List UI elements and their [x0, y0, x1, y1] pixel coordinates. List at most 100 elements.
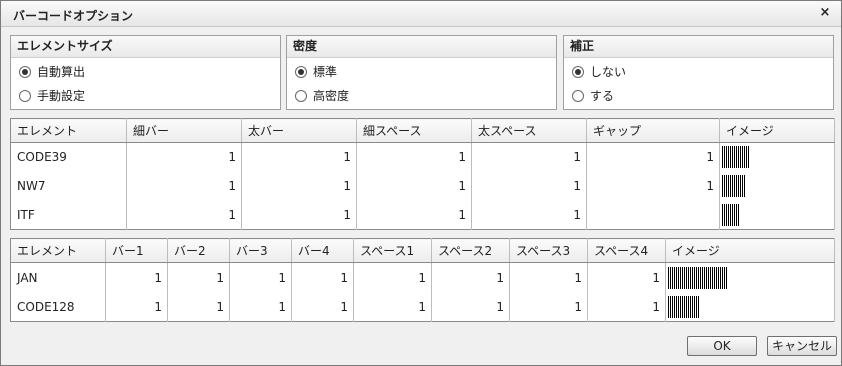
row-name: NW7 [10, 171, 127, 201]
cell-space-2[interactable]: 1 [431, 262, 510, 292]
cell-space-4[interactable]: 1 [587, 292, 666, 322]
cell-bar-1[interactable]: 1 [105, 292, 168, 322]
cell-narrow-bar[interactable]: 1 [126, 171, 242, 201]
element-table-1: エレメント 細バー 太バー 細スペース 太スペース ギャップ イメージ CODE… [10, 118, 835, 230]
radio-manual-indicator[interactable] [19, 90, 31, 102]
cell-narrow-bar[interactable]: 1 [126, 142, 242, 172]
table-row: JAN 1 1 1 1 1 1 1 1 [10, 262, 835, 292]
cell-wide-space[interactable]: 1 [471, 200, 587, 230]
radio-standard[interactable]: 標準 [287, 60, 556, 84]
ok-button[interactable]: OK [687, 336, 757, 356]
col-bar-1: バー1 [105, 238, 168, 263]
cell-wide-bar[interactable]: 1 [241, 142, 357, 172]
cell-wide-space[interactable]: 1 [471, 171, 587, 201]
dialog-title: バーコードオプション [13, 9, 134, 23]
cell-wide-bar[interactable]: 1 [241, 200, 357, 230]
barcode-preview-cell [665, 262, 835, 292]
barcode-preview-itf [722, 203, 832, 226]
col-narrow-space: 細スペース [356, 118, 472, 143]
col-element: エレメント [10, 238, 106, 263]
cell-wide-space[interactable]: 1 [471, 142, 587, 172]
cell-space-2[interactable]: 1 [431, 292, 510, 322]
radio-high-density[interactable]: 高密度 [287, 84, 556, 108]
row-name: JAN [10, 262, 106, 292]
radio-manual-label: 手動設定 [37, 89, 86, 103]
radio-high-density-label: 高密度 [313, 89, 350, 103]
cell-narrow-space[interactable]: 1 [356, 200, 472, 230]
cell-bar-4[interactable]: 1 [291, 292, 354, 322]
element-table-2: エレメント バー1 バー2 バー3 バー4 スペース1 スペース2 スペース3 … [10, 238, 835, 322]
cell-space-4[interactable]: 1 [587, 262, 666, 292]
col-wide-bar: 太バー [241, 118, 357, 143]
correction-header: 補正 [564, 36, 833, 58]
cell-space-1[interactable]: 1 [353, 262, 432, 292]
radio-no-correction-indicator[interactable] [572, 66, 584, 78]
col-bar-3: バー3 [229, 238, 292, 263]
title-bar: バーコードオプション × [1, 1, 841, 27]
row-name: CODE39 [10, 142, 127, 172]
col-bar-2: バー2 [167, 238, 230, 263]
density-panel: 密度 標準 高密度 [286, 35, 557, 110]
col-space-3: スペース3 [509, 238, 588, 263]
table-row: ITF 1 1 1 1 [10, 200, 835, 230]
barcode-preview-cell [719, 200, 835, 230]
barcode-preview-cell [665, 292, 835, 322]
table-header-row: エレメント 細バー 太バー 細スペース 太スペース ギャップ イメージ [10, 118, 835, 143]
col-image: イメージ [719, 118, 835, 143]
cell-space-1[interactable]: 1 [353, 292, 432, 322]
close-icon[interactable]: × [817, 5, 833, 21]
cancel-button[interactable]: キャンセル [767, 336, 837, 356]
radio-manual[interactable]: 手動設定 [11, 84, 280, 108]
radio-correction[interactable]: する [564, 84, 833, 108]
col-space-1: スペース1 [353, 238, 432, 263]
radio-correction-indicator[interactable] [572, 90, 584, 102]
cell-space-3[interactable]: 1 [509, 292, 588, 322]
col-space-2: スペース2 [431, 238, 510, 263]
cell-gap[interactable] [586, 200, 720, 230]
density-header: 密度 [287, 36, 556, 58]
cell-bar-4[interactable]: 1 [291, 262, 354, 292]
barcode-preview-code128 [668, 295, 832, 318]
cell-narrow-bar[interactable]: 1 [126, 200, 242, 230]
radio-standard-indicator[interactable] [295, 66, 307, 78]
radio-correction-label: する [590, 89, 615, 103]
element-size-panel: エレメントサイズ 自動算出 手動設定 [10, 35, 281, 110]
radio-no-correction-label: しない [590, 65, 627, 79]
cell-gap[interactable]: 1 [586, 171, 720, 201]
radio-high-density-indicator[interactable] [295, 90, 307, 102]
barcode-preview-jan [668, 266, 832, 289]
barcode-preview-code39 [722, 146, 832, 169]
radio-standard-label: 標準 [313, 65, 338, 79]
table-header-row: エレメント バー1 バー2 バー3 バー4 スペース1 スペース2 スペース3 … [10, 238, 835, 263]
col-gap: ギャップ [586, 118, 720, 143]
col-image: イメージ [665, 238, 835, 263]
barcode-preview-cell [719, 171, 835, 201]
row-name: ITF [10, 200, 127, 230]
barcode-preview-cell [719, 142, 835, 172]
element-size-header: エレメントサイズ [11, 36, 280, 58]
cell-bar-2[interactable]: 1 [167, 292, 230, 322]
radio-auto-calc[interactable]: 自動算出 [11, 60, 280, 84]
barcode-options-dialog: バーコードオプション × エレメントサイズ 自動算出 手動設定 密度 標準 高密… [0, 0, 842, 366]
cell-wide-bar[interactable]: 1 [241, 171, 357, 201]
cell-bar-3[interactable]: 1 [229, 292, 292, 322]
row-name: CODE128 [10, 292, 106, 322]
col-bar-4: バー4 [291, 238, 354, 263]
radio-auto-calc-label: 自動算出 [37, 65, 86, 79]
correction-panel: 補正 しない する [563, 35, 834, 110]
cell-bar-2[interactable]: 1 [167, 262, 230, 292]
radio-auto-calc-indicator[interactable] [19, 66, 31, 78]
cell-narrow-space[interactable]: 1 [356, 142, 472, 172]
cell-bar-3[interactable]: 1 [229, 262, 292, 292]
table-row: NW7 1 1 1 1 1 [10, 171, 835, 201]
col-space-4: スペース4 [587, 238, 666, 263]
col-narrow-bar: 細バー [126, 118, 242, 143]
cell-narrow-space[interactable]: 1 [356, 171, 472, 201]
cell-bar-1[interactable]: 1 [105, 262, 168, 292]
col-element: エレメント [10, 118, 127, 143]
cell-gap[interactable]: 1 [586, 142, 720, 172]
radio-no-correction[interactable]: しない [564, 60, 833, 84]
table-row: CODE128 1 1 1 1 1 1 1 1 [10, 292, 835, 322]
cell-space-3[interactable]: 1 [509, 262, 588, 292]
col-wide-space: 太スペース [471, 118, 587, 143]
